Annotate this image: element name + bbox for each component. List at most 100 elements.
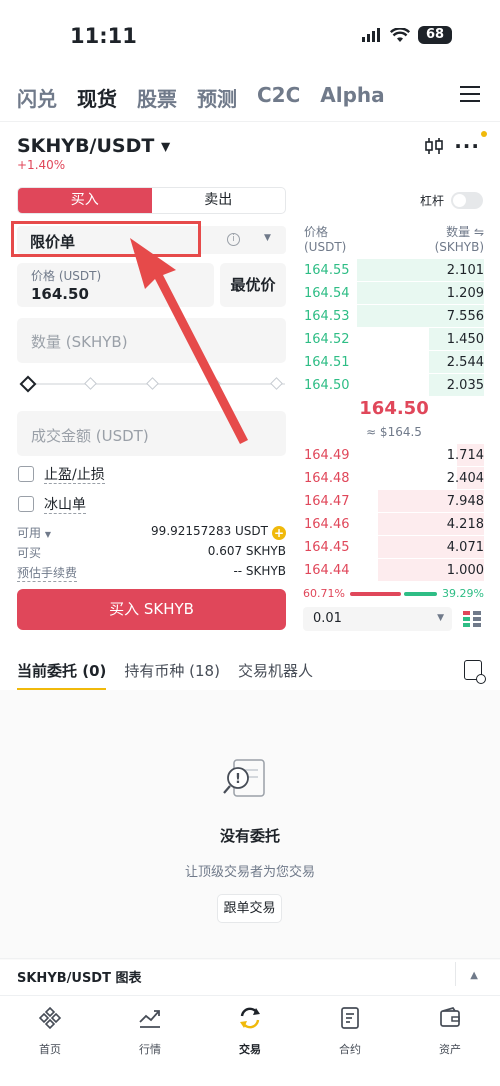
tab-holdings[interactable]: 持有币种 (18): [124, 660, 220, 681]
bid-row[interactable]: 164.48 2.404: [304, 467, 484, 489]
buy-sell-ratio: 60.71% 39.29%: [303, 587, 484, 600]
ask-qty: 2.035: [446, 377, 484, 393]
bid-qty: 1.000: [446, 562, 484, 578]
tab-spot[interactable]: 现货: [77, 83, 117, 112]
price-label: 价格 (USDT): [31, 269, 102, 283]
est-fee-value: -- SKHYB: [233, 564, 286, 578]
tab-swap[interactable]: 闪兑: [17, 83, 57, 112]
ask-price: 164.55: [304, 262, 350, 278]
nav-markets[interactable]: 行情: [100, 996, 200, 1086]
tab-prediction[interactable]: 预测: [197, 83, 237, 112]
ask-row[interactable]: 164.54 1.209: [304, 282, 484, 304]
nav-futures-label: 合约: [339, 1043, 361, 1056]
tab-alpha[interactable]: Alpha: [320, 83, 384, 112]
candlestick-icon[interactable]: [424, 136, 444, 156]
bid-qty: 1.714: [446, 447, 484, 463]
orderbook-layout-icon[interactable]: [462, 609, 482, 629]
pair-change: +1.40%: [17, 158, 66, 172]
signal-icon: [362, 28, 380, 42]
iceberg-checkbox[interactable]: [18, 496, 34, 512]
copy-trading-button[interactable]: 跟单交易: [217, 894, 282, 923]
ratio-bar-sell: [404, 591, 438, 596]
add-funds-icon[interactable]: +: [272, 526, 286, 540]
bid-row[interactable]: 164.49 1.714: [304, 444, 484, 466]
ask-price: 164.50: [304, 377, 350, 393]
slider-step-100[interactable]: [270, 377, 283, 390]
home-icon: [38, 1006, 62, 1030]
no-orders-icon: !: [223, 759, 265, 797]
pair-selector[interactable]: SKHYB/USDT ▼: [17, 135, 170, 157]
tp-sl-label: 止盈/止损: [44, 467, 105, 484]
wifi-icon: [390, 27, 410, 42]
chevron-down-icon[interactable]: ▼: [45, 530, 51, 539]
ask-row[interactable]: 164.52 1.450: [304, 328, 484, 350]
bid-row[interactable]: 164.45 4.071: [304, 536, 484, 558]
ask-row[interactable]: 164.50 2.035: [304, 374, 484, 396]
ask-price: 164.54: [304, 285, 350, 301]
bid-row[interactable]: 164.47 7.948: [304, 490, 484, 512]
can-buy-row: 可买 0.607 SKHYB: [17, 544, 286, 561]
can-buy-label: 可买: [17, 546, 42, 560]
nav-trade[interactable]: 交易: [200, 996, 300, 1086]
bid-price: 164.48: [304, 470, 350, 486]
ask-row[interactable]: 164.55 2.101: [304, 259, 484, 281]
sell-tab[interactable]: 卖出: [152, 188, 286, 213]
best-price-button[interactable]: 最优价: [220, 263, 286, 307]
chevron-up-icon[interactable]: ▲: [470, 970, 478, 981]
header-divider: [0, 121, 500, 122]
tab-stocks[interactable]: 股票: [137, 83, 177, 112]
precision-select[interactable]: 0.01 ▼: [303, 607, 452, 631]
empty-subtitle: 让顶级交易者为您交易: [184, 865, 315, 880]
bid-qty: 2.404: [446, 470, 484, 486]
est-fee-row: 预估手续费 -- SKHYB: [17, 564, 286, 582]
ask-price: 164.52: [304, 331, 350, 347]
available-value: 99.92157283 USDT: [151, 524, 268, 538]
toggle-knob: [453, 194, 466, 207]
bid-row[interactable]: 164.44 1.000: [304, 559, 484, 581]
bid-price: 164.45: [304, 539, 350, 555]
ask-row[interactable]: 164.53 7.556: [304, 305, 484, 327]
tab-c2c[interactable]: C2C: [257, 83, 300, 112]
slider-step-25[interactable]: [84, 377, 97, 390]
ask-qty: 1.450: [446, 331, 484, 347]
mid-price[interactable]: 164.50: [304, 398, 484, 419]
leverage-toggle[interactable]: [451, 192, 483, 209]
amount-placeholder: 成交金额 (USDT): [31, 427, 149, 445]
bid-qty: 4.218: [446, 516, 484, 532]
info-icon[interactable]: i: [227, 233, 240, 246]
nav-assets-label: 资产: [439, 1043, 461, 1056]
bid-qty: 7.948: [446, 493, 484, 509]
bid-price: 164.49: [304, 447, 350, 463]
ratio-bar: [349, 591, 438, 596]
ask-qty: 2.101: [446, 262, 484, 278]
slider-step-50[interactable]: [146, 377, 159, 390]
chevron-down-icon: ▼: [264, 233, 271, 243]
price-unit: (USDT): [304, 240, 347, 254]
nav-futures[interactable]: 合约: [300, 996, 400, 1086]
chart-section-label[interactable]: SKHYB/USDT 图表: [17, 967, 142, 986]
buy-submit-button[interactable]: 买入 SKHYB: [17, 589, 286, 630]
slider-step-75[interactable]: [208, 377, 221, 390]
ratio-bar-buy: [349, 591, 401, 596]
bid-row[interactable]: 164.46 4.218: [304, 513, 484, 535]
price-header: 价格: [304, 225, 329, 239]
status-icons: 68: [362, 26, 452, 44]
tab-trading-bots[interactable]: 交易机器人: [238, 660, 313, 681]
swap-icon[interactable]: ⇋: [474, 225, 484, 239]
tp-sl-checkbox[interactable]: [18, 466, 34, 482]
battery-icon: 68: [418, 26, 452, 44]
nav-markets-label: 行情: [139, 1043, 161, 1056]
slider-handle[interactable]: [19, 375, 37, 393]
more-icon[interactable]: ···: [454, 134, 480, 158]
ask-qty: 2.544: [446, 354, 484, 370]
ask-qty: 7.556: [446, 308, 484, 324]
tab-open-orders[interactable]: 当前委托 (0): [17, 660, 107, 691]
menu-icon[interactable]: [460, 86, 480, 107]
precision-value: 0.01: [313, 611, 342, 626]
buy-tab[interactable]: 买入: [18, 188, 152, 213]
order-history-icon[interactable]: [464, 660, 486, 684]
nav-home[interactable]: 首页: [0, 996, 100, 1086]
price-value: 164.50: [31, 285, 89, 303]
nav-assets[interactable]: 资产: [400, 996, 500, 1086]
ask-row[interactable]: 164.51 2.544: [304, 351, 484, 373]
